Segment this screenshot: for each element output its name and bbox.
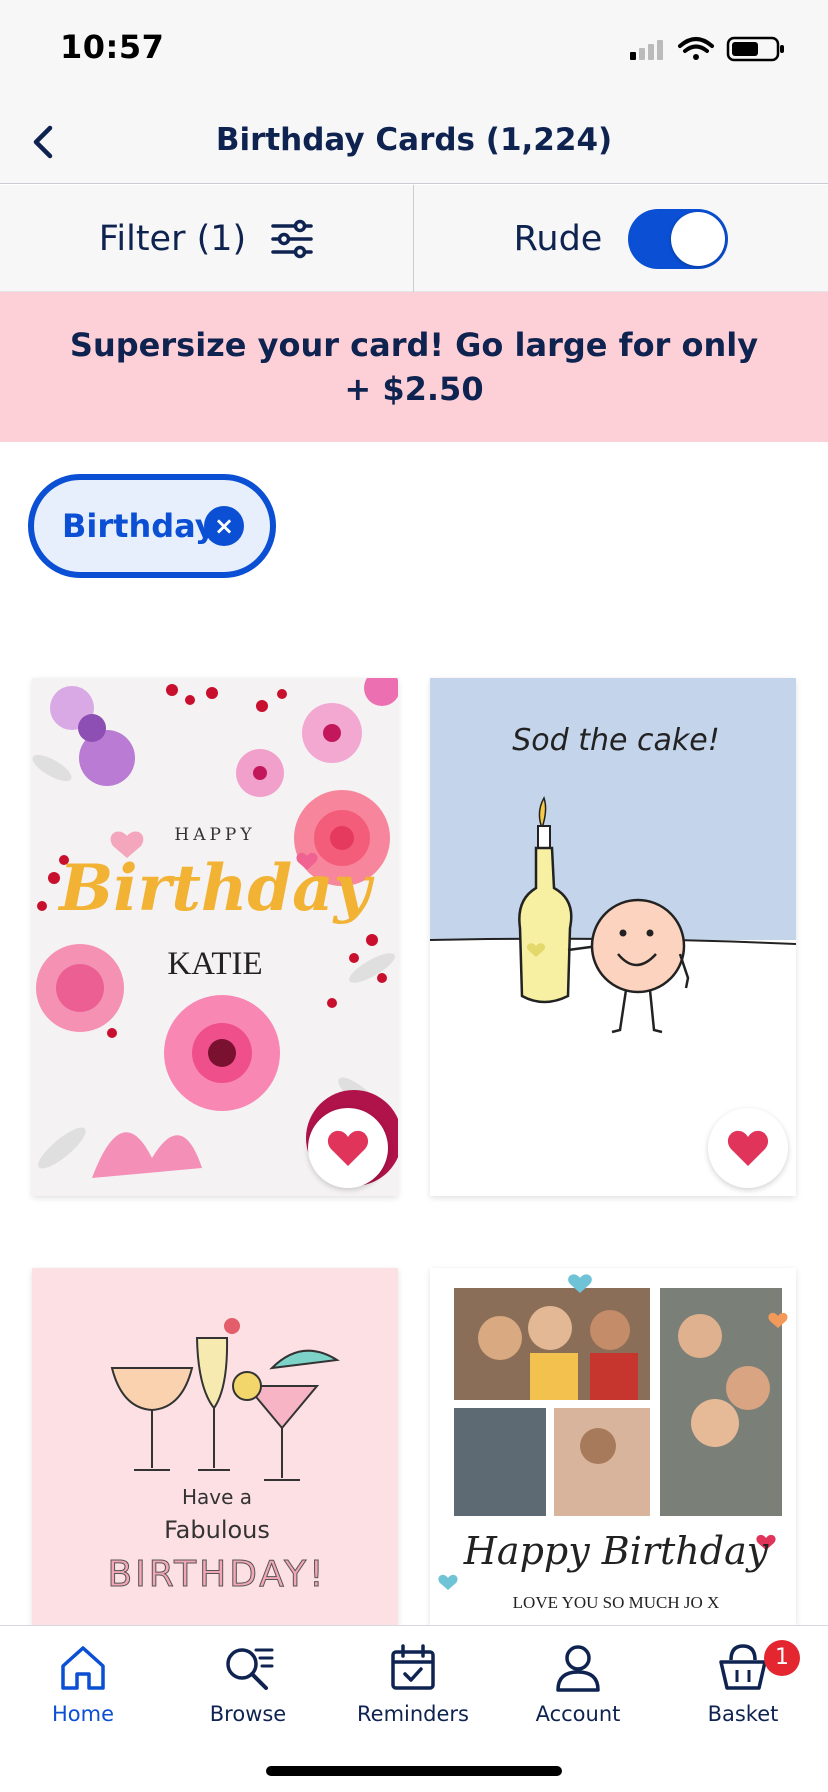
filter-bar: Filter (1) Rude — [0, 185, 828, 292]
card-image-cocktails: Have a Fabulous BIRTHDAY! — [32, 1268, 398, 1626]
tab-home[interactable]: Home — [8, 1640, 158, 1750]
wifi-icon — [678, 37, 714, 60]
basket-icon — [719, 1644, 767, 1690]
tab-browse-label: Browse — [209, 1702, 287, 1726]
card-line3-text: BIRTHDAY! — [107, 1554, 326, 1595]
card-message-text: LOVE YOU SO MUCH JO X — [513, 1593, 720, 1612]
status-time: 10:57 — [60, 28, 165, 66]
rude-label: Rude — [513, 218, 603, 259]
status-bar: 10:57 — [0, 0, 828, 100]
toggle-knob — [671, 211, 726, 266]
card-name-text: KATIE — [167, 946, 262, 982]
promo-text: Supersize your card! Go large for only +… — [69, 326, 759, 408]
promo-banner[interactable]: Supersize your card! Go large for only +… — [0, 292, 828, 442]
cellular-signal-icon — [630, 40, 663, 60]
calendar-icon — [391, 1644, 435, 1690]
navigation-bar: Birthday Cards (1,224) — [0, 100, 828, 184]
rude-toggle-row: Rude — [414, 185, 828, 292]
home-icon — [61, 1646, 105, 1690]
card-birthday-script: Birthday — [57, 851, 374, 926]
card-image-photo-collage: Happy Birthday LOVE YOU SO MUCH JO X — [430, 1268, 796, 1626]
favorite-button[interactable] — [708, 1108, 788, 1188]
card-line2-text: Fabulous — [164, 1516, 270, 1544]
chip-label: Birthday — [62, 507, 216, 545]
product-card[interactable]: Happy Birthday LOVE YOU SO MUCH JO X — [430, 1268, 796, 1626]
product-card[interactable]: Sod the cake! — [430, 678, 796, 1196]
tab-basket[interactable]: 1 Basket — [668, 1640, 818, 1750]
heart-icon — [727, 1130, 769, 1166]
rude-toggle-switch[interactable] — [628, 208, 729, 269]
product-card[interactable]: HAPPY Birthday KATIE — [32, 678, 398, 1196]
status-icons — [630, 36, 784, 62]
tab-reminders[interactable]: Reminders — [338, 1640, 488, 1750]
page-title: Birthday Cards (1,224) — [215, 122, 613, 158]
basket-count-badge: 1 — [764, 1640, 800, 1676]
account-icon — [556, 1645, 600, 1692]
tab-home-label: Home — [51, 1702, 114, 1726]
card-happy-text: HAPPY — [174, 825, 255, 845]
card-line1-text: Have a — [182, 1485, 252, 1509]
browse-search-icon — [226, 1648, 274, 1690]
heart-icon — [327, 1130, 369, 1166]
home-indicator — [266, 1766, 562, 1776]
sliders-icon — [271, 219, 313, 258]
product-card[interactable]: Have a Fabulous BIRTHDAY! — [32, 1268, 398, 1626]
card-caption-text: Sod the cake! — [512, 723, 719, 758]
favorite-button[interactable] — [308, 1108, 388, 1188]
remove-filter-icon[interactable]: × — [204, 506, 244, 546]
tab-basket-label: Basket — [707, 1702, 779, 1726]
tab-browse[interactable]: Browse — [173, 1640, 323, 1750]
tab-reminders-label: Reminders — [357, 1702, 469, 1726]
battery-icon — [726, 36, 784, 62]
tab-account-label: Account — [535, 1702, 621, 1726]
filter-label: Filter (1) — [98, 218, 247, 259]
filter-chip-birthday[interactable]: Birthday × — [28, 474, 276, 578]
tab-account[interactable]: Account — [503, 1640, 653, 1750]
filter-button[interactable]: Filter (1) — [0, 185, 414, 292]
card-script-text: Happy Birthday — [463, 1529, 769, 1573]
